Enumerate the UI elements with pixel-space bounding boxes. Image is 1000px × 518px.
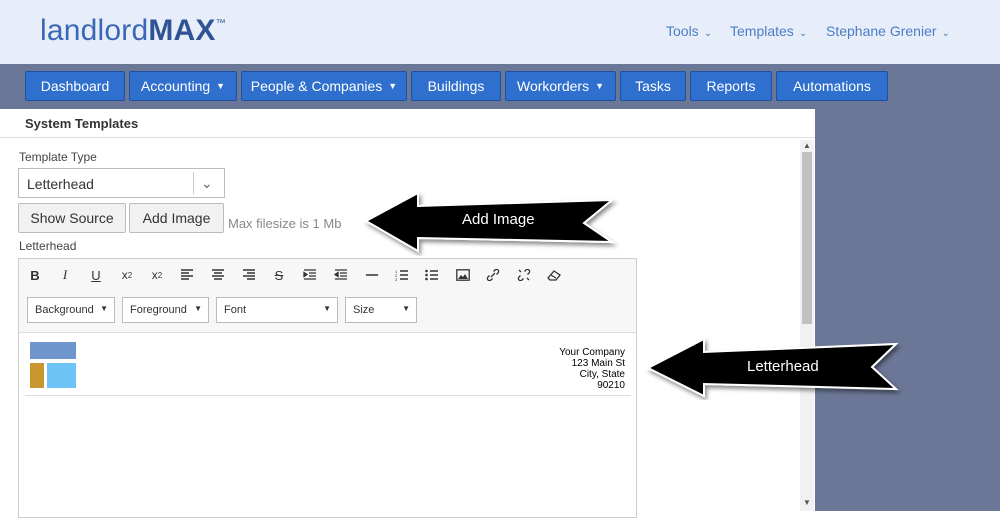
foreground-dropdown[interactable]: Foreground ▼ bbox=[122, 297, 209, 323]
caret-down-icon: ▼ bbox=[323, 304, 331, 313]
indent-icon[interactable] bbox=[299, 265, 321, 285]
nav-buildings[interactable]: Buildings bbox=[411, 71, 501, 101]
align-left-icon[interactable] bbox=[176, 265, 198, 285]
nav-dashboard-label: Dashboard bbox=[40, 78, 110, 94]
letterhead-content[interactable]: Your Company 123 Main St City, State 902… bbox=[25, 340, 631, 396]
font-dropdown-label: Font bbox=[224, 304, 247, 316]
topnav-user-label: Stephane Grenier bbox=[826, 23, 937, 39]
topnav-tools[interactable]: Tools ⌄ bbox=[666, 23, 712, 39]
template-type-value: Letterhead bbox=[27, 176, 94, 192]
nav-people-companies[interactable]: People & Companies ▼ bbox=[241, 71, 407, 101]
size-dropdown-label: Size bbox=[353, 304, 375, 316]
editor-toolbar: B I U x2 x2 S 123 Background ▼ Foregroun… bbox=[19, 259, 636, 333]
title-divider bbox=[0, 137, 815, 138]
link-icon[interactable] bbox=[482, 265, 504, 285]
letterhead-editor[interactable]: B I U x2 x2 S 123 Background ▼ Foregroun… bbox=[18, 258, 637, 518]
topnav-tools-label: Tools bbox=[666, 23, 699, 39]
brand-part2: MAX bbox=[148, 14, 216, 47]
superscript-icon[interactable]: x2 bbox=[146, 265, 168, 285]
eraser-icon[interactable] bbox=[543, 265, 565, 285]
template-type-select[interactable]: Letterhead ⌄ bbox=[18, 168, 225, 198]
nav-reports-label: Reports bbox=[706, 78, 756, 94]
logo-right-block bbox=[47, 363, 76, 388]
unordered-list-icon[interactable] bbox=[421, 265, 443, 285]
chevron-down-icon: ▼ bbox=[388, 81, 398, 91]
ordered-list-icon[interactable]: 123 bbox=[391, 265, 413, 285]
show-source-button[interactable]: Show Source bbox=[18, 203, 126, 233]
outdent-icon[interactable] bbox=[330, 265, 352, 285]
page-title: System Templates bbox=[25, 116, 139, 131]
address-line: 123 Main St bbox=[571, 358, 625, 369]
nav-tasks-label: Tasks bbox=[635, 78, 671, 94]
foreground-dropdown-label: Foreground bbox=[130, 304, 187, 316]
nav-accounting-label: Accounting bbox=[140, 78, 211, 94]
company-address: Your Company 123 Main St City, State 902… bbox=[559, 347, 625, 391]
nav-accounting[interactable]: Accounting ▼ bbox=[129, 71, 237, 101]
nav-automations-label: Automations bbox=[793, 78, 871, 94]
nav-tasks[interactable]: Tasks bbox=[620, 71, 686, 101]
align-center-icon[interactable] bbox=[207, 265, 229, 285]
background-dropdown[interactable]: Background ▼ bbox=[27, 297, 115, 323]
font-dropdown[interactable]: Font ▼ bbox=[216, 297, 338, 323]
subscript-icon[interactable]: x2 bbox=[116, 265, 138, 285]
nav-reports[interactable]: Reports bbox=[690, 71, 772, 101]
address-line: Your Company bbox=[559, 347, 625, 358]
nav-automations[interactable]: Automations bbox=[776, 71, 888, 101]
caret-down-icon: ▼ bbox=[194, 304, 202, 313]
image-icon[interactable] bbox=[452, 265, 474, 285]
scroll-up-icon[interactable]: ▲ bbox=[803, 141, 811, 150]
address-line: City, State bbox=[579, 369, 625, 380]
strikethrough-icon[interactable]: S bbox=[268, 265, 290, 285]
max-filesize-hint: Max filesize is 1 Mb bbox=[228, 216, 342, 231]
topnav-templates[interactable]: Templates ⌄ bbox=[730, 23, 807, 39]
chevron-down-icon: ▼ bbox=[595, 81, 604, 91]
nav-workorders-label: Workorders bbox=[516, 78, 590, 94]
underline-icon[interactable]: U bbox=[85, 265, 107, 285]
logo-left-block bbox=[30, 363, 44, 388]
brand-logo[interactable]: landlordMAX™ bbox=[40, 14, 226, 48]
horizontal-rule-icon[interactable] bbox=[361, 265, 383, 285]
add-image-button[interactable]: Add Image bbox=[129, 203, 224, 233]
nav-workorders[interactable]: Workorders ▼ bbox=[505, 71, 616, 101]
main-nav: Dashboard Accounting ▼ People & Companies… bbox=[0, 64, 1000, 109]
svg-text:3: 3 bbox=[395, 277, 398, 281]
chevron-down-icon: ⌄ bbox=[798, 28, 808, 39]
nav-dashboard[interactable]: Dashboard bbox=[25, 71, 125, 101]
bold-icon[interactable]: B bbox=[24, 265, 46, 285]
topnav-templates-label: Templates bbox=[730, 23, 794, 39]
nav-people-label: People & Companies bbox=[250, 78, 383, 94]
template-type-label: Template Type bbox=[19, 150, 97, 164]
caret-down-icon: ▼ bbox=[402, 304, 410, 313]
letterhead-label: Letterhead bbox=[19, 239, 77, 253]
top-header: landlordMAX™ Tools ⌄ Templates ⌄ Stephane … bbox=[0, 0, 1000, 64]
caret-down-icon: ▼ bbox=[100, 304, 108, 313]
letterhead-callout-label: Letterhead bbox=[747, 358, 819, 375]
align-right-icon[interactable] bbox=[238, 265, 260, 285]
address-line: 90210 bbox=[597, 380, 625, 391]
content-scrollbar[interactable]: ▲ ▼ bbox=[800, 140, 814, 511]
unlink-icon[interactable] bbox=[513, 265, 535, 285]
scroll-down-icon[interactable]: ▼ bbox=[803, 498, 811, 507]
chevron-down-icon: ⌄ bbox=[941, 28, 950, 39]
topnav-user[interactable]: Stephane Grenier ⌄ bbox=[826, 23, 950, 39]
chevron-down-icon: ⌄ bbox=[201, 175, 213, 191]
logo-top-block bbox=[30, 342, 76, 359]
size-dropdown[interactable]: Size ▼ bbox=[345, 297, 417, 323]
select-separator bbox=[193, 172, 194, 194]
nav-buildings-label: Buildings bbox=[427, 78, 485, 94]
side-background bbox=[815, 109, 1000, 511]
italic-icon[interactable]: I bbox=[54, 265, 76, 285]
background-dropdown-label: Background bbox=[35, 304, 94, 316]
brand-part1: landlord bbox=[40, 14, 149, 47]
brand-tm: ™ bbox=[215, 18, 226, 29]
scrollbar-thumb[interactable] bbox=[802, 152, 812, 324]
chevron-down-icon: ⌄ bbox=[703, 28, 713, 39]
add-image-callout-label: Add Image bbox=[462, 211, 535, 228]
chevron-down-icon: ▼ bbox=[216, 81, 226, 91]
